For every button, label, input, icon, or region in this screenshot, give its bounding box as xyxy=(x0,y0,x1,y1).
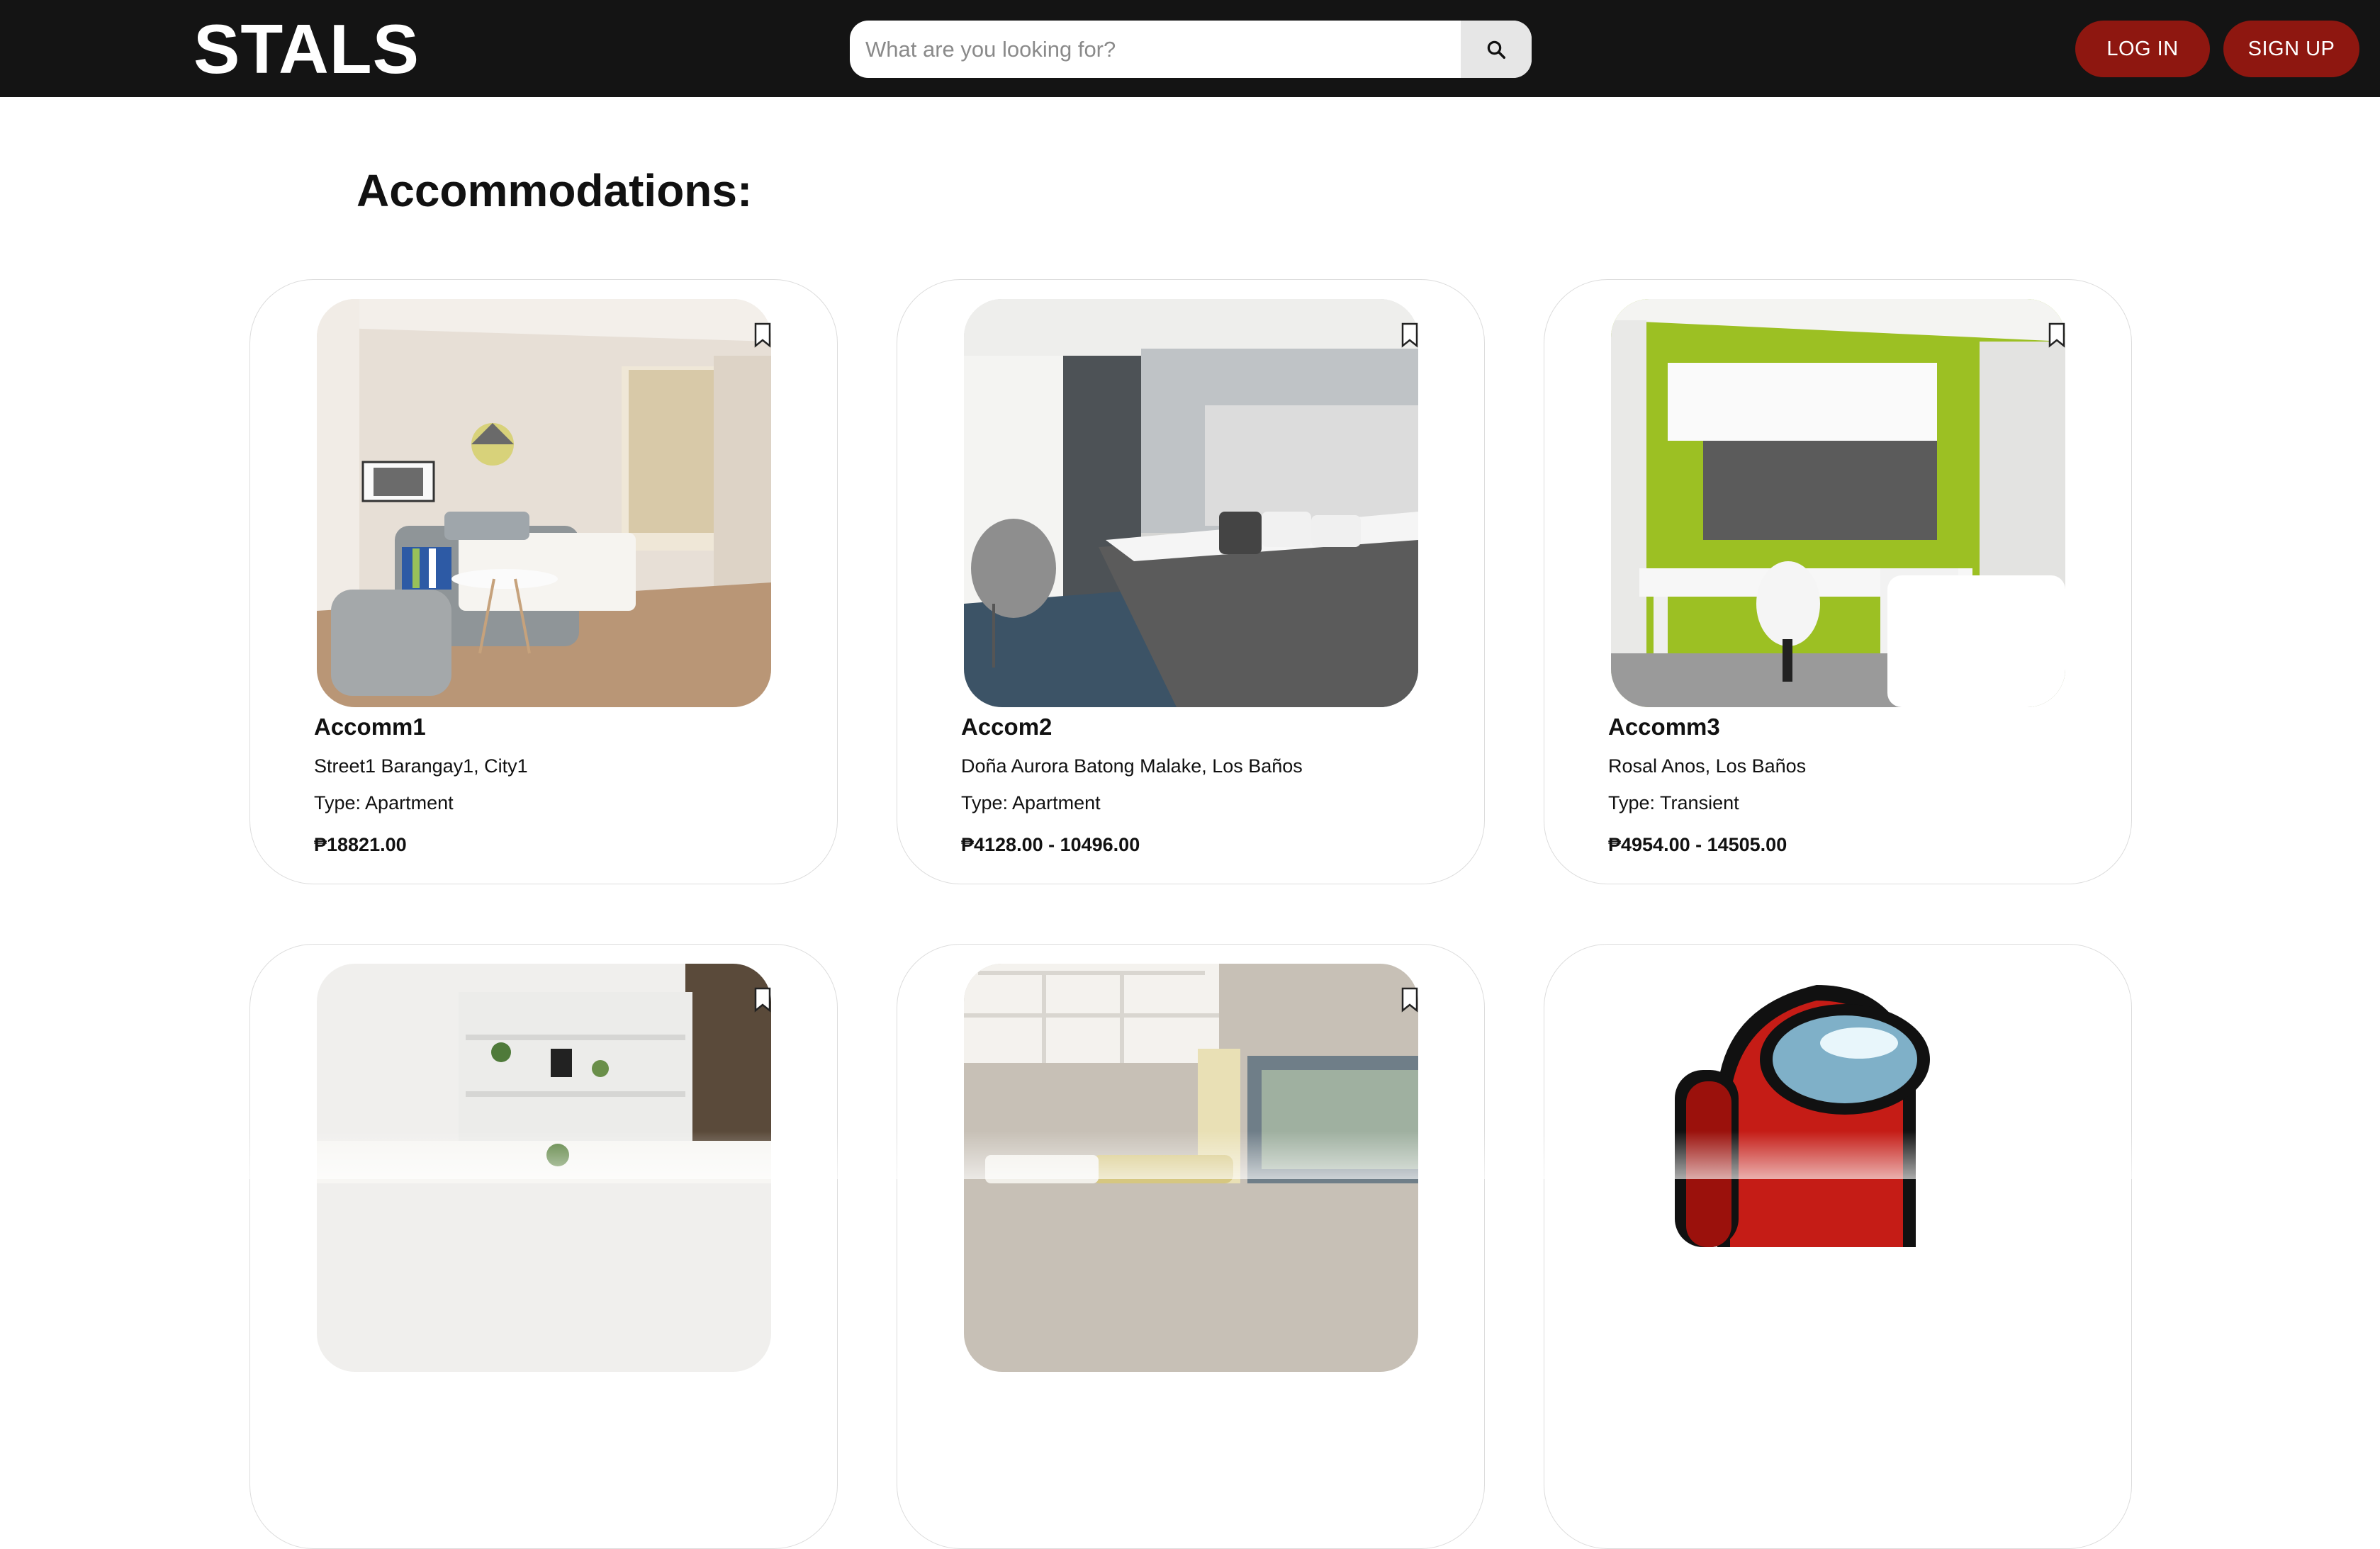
page-title: Accommodations: xyxy=(357,165,753,216)
accommodation-price: ₱4954.00 - 14505.00 xyxy=(1608,834,1787,855)
accommodation-card[interactable]: Accom2 Doña Aurora Batong Malake, Los Ba… xyxy=(897,279,1485,884)
accommodation-card[interactable]: Accomm3 Rosal Anos, Los Baños Type: Tran… xyxy=(1544,279,2132,884)
accommodation-photo[interactable] xyxy=(1611,964,2065,1372)
search-input[interactable] xyxy=(850,21,1461,78)
search-button[interactable] xyxy=(1461,21,1532,78)
accommodation-address: Rosal Anos, Los Baños xyxy=(1608,755,1807,777)
accommodation-type: Type: Apartment xyxy=(314,792,454,813)
site-logo[interactable]: STALS xyxy=(193,10,420,88)
accommodation-name[interactable]: Accomm3 xyxy=(1608,714,1720,740)
accommodation-card[interactable] xyxy=(249,944,838,1549)
accommodation-card[interactable] xyxy=(897,944,1485,1549)
accommodation-address: Street1 Barangay1, City1 xyxy=(314,755,528,777)
accommodation-name[interactable]: Accomm1 xyxy=(314,714,426,740)
bookmark-icon[interactable] xyxy=(1401,987,1419,1013)
accommodation-card[interactable]: Accomm1 Street1 Barangay1, City1 Type: A… xyxy=(249,279,838,884)
accommodation-photo[interactable] xyxy=(1611,299,2065,707)
accommodation-name[interactable]: Accom2 xyxy=(961,714,1052,740)
bookmark-icon[interactable] xyxy=(2048,322,2066,348)
accommodation-photo[interactable] xyxy=(964,299,1418,707)
login-button[interactable]: LOG IN xyxy=(2075,21,2210,77)
accommodation-price: ₱4128.00 - 10496.00 xyxy=(961,834,1140,855)
accommodation-price: ₱18821.00 xyxy=(314,834,407,855)
accommodation-type: Type: Apartment xyxy=(961,792,1101,813)
search-icon xyxy=(1487,40,1505,59)
signup-button[interactable]: SIGN UP xyxy=(2223,21,2359,77)
accommodation-type: Type: Transient xyxy=(1608,792,1739,813)
accommodation-card[interactable] xyxy=(1544,944,2132,1549)
bookmark-icon[interactable] xyxy=(1401,322,1419,348)
bookmark-icon[interactable] xyxy=(753,987,772,1013)
accommodation-address: Doña Aurora Batong Malake, Los Baños xyxy=(961,755,1303,777)
accommodation-photo[interactable] xyxy=(964,964,1418,1372)
accommodation-photo[interactable] xyxy=(317,299,771,707)
bookmark-icon[interactable] xyxy=(753,322,772,348)
accommodation-photo[interactable] xyxy=(317,964,771,1372)
search-bar xyxy=(850,21,1532,78)
top-navbar: STALS LOG IN SIGN UP xyxy=(0,0,2380,97)
